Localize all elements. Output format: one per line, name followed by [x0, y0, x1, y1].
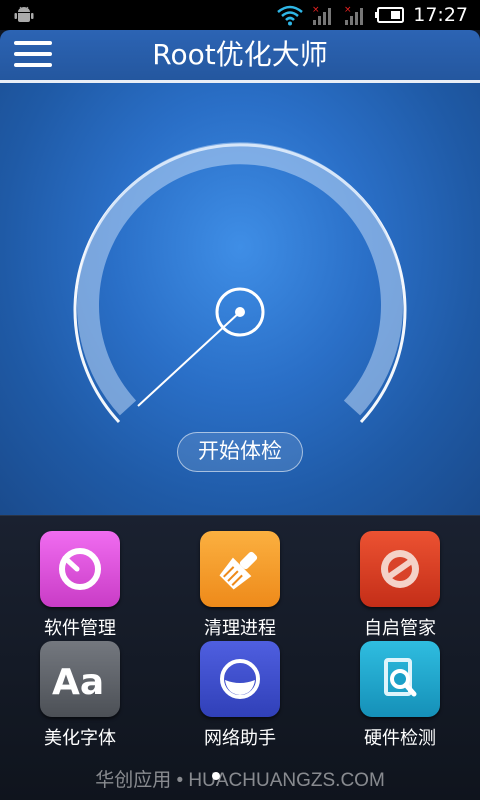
network-icon [200, 641, 280, 717]
gauge-panel: 开始体检 [0, 83, 480, 515]
battery-icon [375, 7, 405, 23]
tool-autostart-manager[interactable]: 自启管家 [335, 531, 465, 640]
tool-label: 清理进程 [204, 618, 276, 639]
tool-label: 美化字体 [44, 728, 116, 749]
tool-hardware-check[interactable]: 硬件检测 [335, 641, 465, 750]
gauge-inner-arc [77, 142, 403, 416]
status-time: 17:27 [413, 4, 468, 26]
gauge-needle [137, 311, 241, 407]
page-indicator-dot [212, 772, 220, 780]
header: Root优化大师 [0, 30, 480, 80]
start-check-button[interactable]: 开始体检 [177, 432, 303, 472]
app-window: Root优化大师 开始体检 软件管理 清理进程 自启管家 Aa 美化字体 网络助… [0, 30, 480, 800]
tool-label: 网络助手 [204, 728, 276, 749]
broom-clean-icon [200, 531, 280, 607]
tools-panel: 软件管理 清理进程 自启管家 Aa 美化字体 网络助手 硬件检测 [0, 515, 480, 800]
tool-label: 自启管家 [364, 618, 436, 639]
svg-text:×: × [312, 5, 320, 15]
android-icon [14, 6, 34, 22]
hardware-search-icon [360, 641, 440, 717]
tool-label: 软件管理 [44, 618, 116, 639]
tool-clean-process[interactable]: 清理进程 [175, 531, 305, 640]
forbid-icon [360, 531, 440, 607]
gauge-outer-arc [73, 143, 407, 424]
status-icons: × × 17:27 [277, 0, 468, 30]
svg-text:×: × [344, 5, 352, 15]
tool-beautify-font[interactable]: Aa 美化字体 [15, 641, 145, 750]
wifi-icon [277, 5, 304, 26]
watermark-text: 华创应用 • HUACHUANGZS.COM [95, 770, 385, 791]
signal-2-icon: × [344, 5, 364, 25]
font-aa-icon: Aa [40, 641, 120, 717]
app-title: Root优化大师 [152, 38, 328, 71]
tool-software-manage[interactable]: 软件管理 [15, 531, 145, 640]
software-manage-icon [40, 531, 120, 607]
tool-network-assistant[interactable]: 网络助手 [175, 641, 305, 750]
svg-text:Aa: Aa [52, 662, 104, 703]
signal-1-icon: × [312, 5, 332, 25]
gauge-needle-pivot [235, 307, 245, 317]
status-bar: × × 17:27 [0, 0, 480, 30]
tool-label: 硬件检测 [364, 728, 436, 749]
